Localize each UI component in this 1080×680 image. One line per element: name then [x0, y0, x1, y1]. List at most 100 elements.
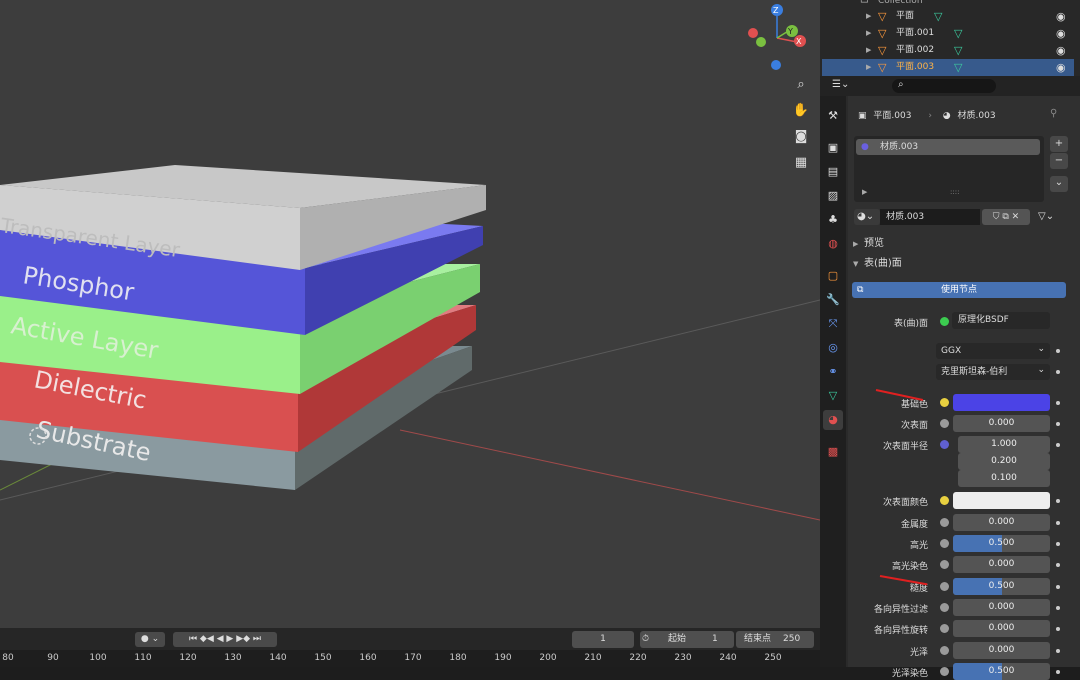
particles-tab-icon[interactable]: ⤧	[823, 314, 843, 334]
world-tab-icon[interactable]: ◍	[823, 234, 843, 254]
outliner-item[interactable]: ▶ ▽ 平面 ▽ ◉	[822, 8, 1074, 25]
outliner-item-name: 平面.002	[896, 45, 935, 55]
socket-icon[interactable]	[940, 624, 949, 633]
add-slot-button[interactable]: +	[1050, 136, 1068, 152]
value-slider[interactable]: 0.200	[958, 453, 1050, 470]
link-data-button[interactable]: ▽⌄	[1038, 209, 1066, 225]
expand-arrow-icon[interactable]: ▶	[866, 42, 871, 59]
expand-arrow-icon[interactable]: ▶	[866, 59, 871, 76]
zoom-icon[interactable]: ⌕	[790, 74, 812, 96]
value-slider[interactable]: 1.000	[958, 436, 1050, 453]
timeline-ruler[interactable]: 80 90 100 110 120 130 140 150 160 170 180 190 200 210…	[0, 650, 820, 667]
modifier-tab-icon[interactable]: 🔧	[823, 290, 843, 310]
surface-shader-field[interactable]: 原理化BSDF	[952, 312, 1050, 329]
value-slider[interactable]: 0.500	[953, 578, 1050, 595]
render-tab-icon[interactable]: ▣	[823, 138, 843, 158]
value-slider[interactable]: 0.500	[953, 663, 1050, 680]
socket-icon[interactable]	[940, 496, 949, 505]
subsurface-color-swatch[interactable]	[953, 492, 1050, 509]
stopwatch-icon: ⏱	[642, 634, 650, 644]
slot-specials-button[interactable]: ⌄	[1050, 176, 1068, 192]
remove-slot-button[interactable]: −	[1050, 153, 1068, 169]
outliner-item[interactable]: ▶ ▽ 平面.002 ▽ ◉	[822, 42, 1074, 59]
physics-tab-icon[interactable]: ◎	[823, 338, 843, 358]
preview-panel-header[interactable]: ▶ 预览	[848, 236, 1080, 252]
grid-view-icon[interactable]: ▦	[790, 152, 812, 174]
editor-type-icon[interactable]: ☰⌄	[832, 79, 849, 90]
timeline-tick: 160	[359, 653, 377, 663]
output-tab-icon[interactable]: ▤	[823, 162, 843, 182]
outliner: ▭ Collection ▶ ▽ 平面 ▽ ◉ ▶ ▽ 平面.001 ▽ ◉ ▶ ▽ 平面.002 ▽…	[820, 0, 1080, 76]
outliner-item[interactable]: ▶ ▽ 平面.001 ▽ ◉	[822, 25, 1074, 42]
camera-icon[interactable]: ◙	[790, 126, 812, 148]
socket-icon[interactable]	[940, 667, 949, 676]
pin-icon[interactable]: ⚲	[1050, 108, 1057, 119]
subsurface-method-dropdown[interactable]: 克里斯坦森-伯利	[936, 362, 1050, 380]
end-frame-field[interactable]: 结束点 250	[736, 631, 814, 648]
timeline-tick: 110	[134, 653, 152, 663]
socket-icon[interactable]	[940, 603, 949, 612]
use-nodes-button[interactable]: ⧉ 使用节点	[852, 282, 1066, 298]
socket-icon[interactable]	[940, 582, 949, 591]
value-slider[interactable]: 0.000	[953, 514, 1050, 531]
data-tab-icon[interactable]: ▽	[823, 386, 843, 406]
start-frame-field[interactable]: ⏱ 起始 1	[640, 631, 734, 648]
outliner-item-selected[interactable]: ▶ ▽ 平面.003 ▽ ◉	[822, 59, 1074, 76]
value-slider[interactable]: 0.000	[953, 556, 1050, 573]
current-frame-field[interactable]: 1	[572, 631, 634, 648]
expand-arrow-icon[interactable]: ▶	[866, 8, 871, 25]
browse-material-button[interactable]: ◕⌄	[854, 209, 880, 225]
material-user-buttons[interactable]: ⛉ ⧉ ✕	[982, 209, 1030, 225]
eye-icon[interactable]: ◉	[1056, 25, 1066, 42]
constraints-tab-icon[interactable]: ⚭	[823, 362, 843, 382]
value-slider[interactable]: 0.100	[958, 470, 1050, 487]
start-label: 起始	[668, 634, 687, 644]
distribution-dropdown[interactable]: GGX	[936, 341, 1050, 359]
end-value: 250	[783, 634, 801, 644]
view-layer-tab-icon[interactable]: ▨	[823, 186, 843, 206]
material-sphere-icon: ●	[861, 142, 869, 152]
material-name-field[interactable]: 材质.003	[880, 209, 980, 225]
socket-dot	[1056, 401, 1060, 405]
pan-hand-icon[interactable]: ✋	[790, 100, 812, 122]
value-slider[interactable]: 0.000	[953, 642, 1050, 659]
value-slider[interactable]: 0.000	[953, 415, 1050, 432]
object-tab-icon[interactable]: ▢	[823, 266, 843, 286]
property-label: 各向异性过滤	[873, 605, 928, 615]
socket-icon[interactable]	[940, 440, 949, 449]
surface-panel-header[interactable]: ▼ 表(曲)面	[848, 256, 1080, 272]
playback-controls[interactable]: ⏮ ◆◀ ◀ ▶ ▶◆ ⏭	[173, 632, 277, 647]
material-tab-icon[interactable]: ◕	[823, 410, 843, 430]
slider-value: 0.000	[988, 645, 1015, 655]
object-breadcrumb-icon: ▣	[858, 111, 867, 121]
timeline-tick: 140	[269, 653, 287, 663]
value-slider[interactable]: 0.500	[953, 535, 1050, 552]
socket-icon[interactable]	[940, 518, 949, 527]
resize-handle[interactable]: ::::	[950, 188, 959, 196]
expand-arrow-icon[interactable]: ▶	[862, 188, 867, 196]
texture-tab-icon[interactable]: ▩	[823, 442, 843, 462]
slider-value: 0.000	[988, 517, 1015, 527]
scene-tab-icon[interactable]: ♣	[823, 210, 843, 230]
value-slider[interactable]: 0.000	[953, 620, 1050, 637]
socket-dot	[1056, 499, 1060, 503]
socket-icon[interactable]	[940, 539, 949, 548]
3d-viewport[interactable]: Transparent Layer Phosphor Active Layer …	[0, 0, 820, 628]
material-slot[interactable]: ● 材质.003	[856, 139, 1040, 155]
socket-icon[interactable]	[940, 398, 949, 407]
value-slider[interactable]: 0.000	[953, 599, 1050, 616]
viewport-scene: Transparent Layer Phosphor Active Layer …	[0, 4, 820, 521]
eye-icon[interactable]: ◉	[1056, 42, 1066, 59]
tool-tab-icon[interactable]: ⚒	[823, 106, 843, 126]
keyframe-toggle[interactable]: ● ⌄	[135, 632, 165, 647]
timeline-tick: 190	[494, 653, 512, 663]
eye-icon[interactable]: ◉	[1056, 59, 1066, 76]
eye-icon[interactable]: ◉	[1056, 8, 1066, 25]
expand-arrow-icon[interactable]: ▶	[866, 25, 871, 42]
material-slot-list[interactable]: ● 材质.003 ▶ ::::	[854, 136, 1044, 202]
property-search-input[interactable]: ⌕	[892, 79, 996, 93]
base-color-swatch[interactable]	[953, 394, 1050, 411]
socket-icon[interactable]	[940, 560, 949, 569]
socket-icon[interactable]	[940, 646, 949, 655]
socket-icon[interactable]	[940, 419, 949, 428]
